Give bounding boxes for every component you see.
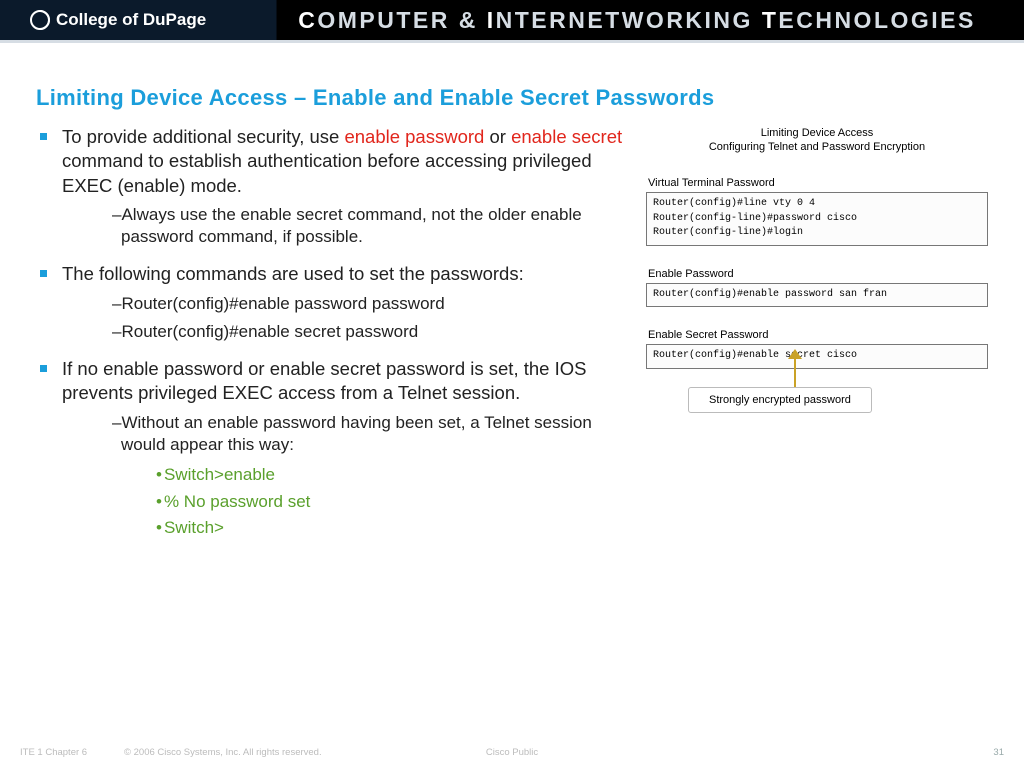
content-area: To provide additional security, use enab… [0,125,1024,555]
arrow-line-icon [794,353,796,387]
ep-label: Enable Password [646,268,988,280]
bullet-2: The following commands are used to set t… [36,262,636,343]
panel-title: Limiting Device Access [646,127,988,139]
esp-label: Enable Secret Password [646,329,988,341]
bullet-2-sub2: –Router(config)#enable secret password [112,321,636,343]
b1-pre: To provide additional security, use [62,126,344,147]
b1-enable-password: enable password [344,126,484,147]
vtp-box: Router(config)#line vty 0 4 Router(confi… [646,192,988,246]
cod-icon [30,10,50,30]
footer-left: ITE 1 Chapter 6 [20,747,120,758]
b2-text: The following commands are used to set t… [62,263,524,284]
footer: ITE 1 Chapter 6 © 2006 Cisco Systems, In… [0,747,1024,758]
bullet-3: If no enable password or enable secret p… [36,357,636,541]
college-name: College of DuPage [56,10,206,30]
bullet-2-sub1: –Router(config)#enable password password [112,293,636,315]
vtp-label: Virtual Terminal Password [646,177,988,189]
b1-enable-secret: enable secret [511,126,622,147]
footer-mid: © 2006 Cisco Systems, Inc. All rights re… [120,747,964,758]
b1sub-text: Always use the enable secret command, no… [121,205,582,246]
term-line-3: Switch> [156,515,636,541]
b2sub2-text: Router(config)#enable secret password [121,322,418,341]
b3sub-text: Without an enable password having been s… [121,413,592,454]
bullet-column: To provide additional security, use enab… [36,125,646,555]
slide-title: Limiting Device Access – Enable and Enab… [0,43,1024,125]
bullet-1: To provide additional security, use enab… [36,125,636,248]
term-line-2: % No password set [156,489,636,515]
b2sub1-text: Router(config)#enable password password [121,294,444,313]
bullet-3-sub: –Without an enable password having been … [112,412,636,456]
panel-subtitle: Configuring Telnet and Password Encrypti… [646,141,988,153]
course-title: CCOMPUTEROMPUTER & INTERNETWORKING TECHN… [298,7,976,34]
b1-mid: or [484,126,511,147]
ep-box: Router(config)#enable password san fran [646,283,988,308]
header-bar: College of DuPage CCOMPUTEROMPUTER & INT… [0,0,1024,40]
college-logo: College of DuPage [0,10,206,30]
b1-post: command to establish authentication befo… [62,150,592,195]
diagram-column: Limiting Device Access Configuring Telne… [646,125,988,555]
footer-public: Cisco Public [486,747,538,758]
b3-text: If no enable password or enable secret p… [62,358,586,403]
term-line-1: Switch>enable [156,462,636,488]
footer-page: 31 [964,747,1004,758]
esp-box: Router(config)#enable secret cisco [646,344,988,369]
callout-box: Strongly encrypted password [688,387,872,413]
bullet-1-sub: –Always use the enable secret command, n… [112,204,636,248]
